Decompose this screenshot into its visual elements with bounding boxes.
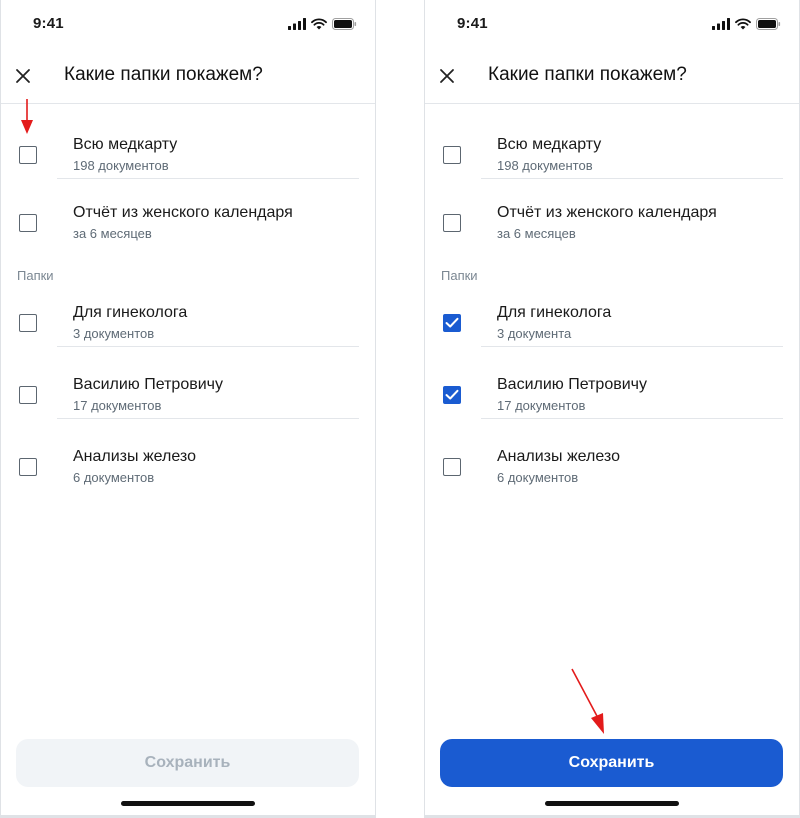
cellular-signal-icon: [712, 18, 730, 30]
folder-checkbox[interactable]: [19, 314, 37, 332]
list-item-women-calendar[interactable]: Отчёт из женского календаря за 6 месяцев: [1, 176, 375, 246]
modal-header: Какие папки покажем?: [1, 50, 375, 104]
save-button[interactable]: Сохранить: [440, 739, 783, 787]
list-item-subtitle: 6 документов: [73, 470, 155, 485]
status-bar: 9:41: [1, 0, 375, 50]
checkbox-full-medcard[interactable]: [19, 146, 37, 164]
folder-checkbox[interactable]: [19, 458, 37, 476]
list-item-full-medcard[interactable]: Всю медкарту 198 документов: [1, 108, 375, 179]
folder-checkbox-checked[interactable]: [443, 314, 461, 332]
divider: [481, 346, 783, 347]
list-item-folder[interactable]: Для гинеколога 3 документов: [1, 276, 375, 347]
list-item-title: Для гинеколога: [497, 304, 612, 321]
list-item-subtitle: 6 документов: [497, 470, 579, 485]
list-item-subtitle: 198 документов: [497, 158, 593, 173]
checkbox-full-medcard[interactable]: [443, 146, 461, 164]
folder-checkbox[interactable]: [443, 458, 461, 476]
status-bar: 9:41: [425, 0, 799, 50]
divider: [481, 418, 783, 419]
list-item-title: Анализы железо: [73, 448, 196, 465]
list-item-subtitle: 198 документов: [73, 158, 169, 173]
list-item-subtitle: 3 документов: [73, 326, 155, 341]
divider: [57, 418, 359, 419]
checkmark-icon: [445, 389, 459, 400]
wifi-icon: [311, 18, 327, 30]
cellular-signal-icon: [288, 18, 306, 30]
list-item-women-calendar[interactable]: Отчёт из женского календаря за 6 месяцев: [425, 176, 799, 246]
folder-checkbox[interactable]: [19, 386, 37, 404]
list-item-full-medcard[interactable]: Всю медкарту 198 документов: [425, 108, 799, 179]
list-item-title: Всю медкарту: [497, 136, 602, 153]
phone-screen-before: 9:41 Какие папки покажем? Всю медкарту 1…: [0, 0, 376, 818]
list-item-subtitle: за 6 месяцев: [497, 226, 576, 241]
status-icons: [712, 18, 781, 30]
phone-screen-after: 9:41 Какие папки покажем? Всю медкарту 1…: [424, 0, 800, 818]
status-icons: [288, 18, 357, 30]
close-icon: [440, 69, 454, 83]
list-item-title: Отчёт из женского календаря: [73, 204, 293, 221]
checkbox-women-calendar[interactable]: [443, 214, 461, 232]
list-item-folder[interactable]: Василию Петровичу 17 документов: [425, 348, 799, 419]
battery-icon: [756, 18, 781, 30]
battery-icon: [332, 18, 357, 30]
list-item-folder[interactable]: Василию Петровичу 17 документов: [1, 348, 375, 419]
list-item-title: Василию Петровичу: [73, 376, 223, 393]
folder-checkbox-checked[interactable]: [443, 386, 461, 404]
page-title: Какие папки покажем?: [488, 64, 687, 85]
home-indicator: [121, 801, 255, 806]
close-icon: [16, 69, 30, 83]
checkbox-women-calendar[interactable]: [19, 214, 37, 232]
home-indicator: [545, 801, 679, 806]
list-item-subtitle: за 6 месяцев: [73, 226, 152, 241]
wifi-icon: [735, 18, 751, 30]
close-button[interactable]: [11, 64, 35, 88]
status-time: 9:41: [457, 15, 488, 32]
list-item-subtitle: 3 документа: [497, 326, 572, 341]
modal-header: Какие папки покажем?: [425, 50, 799, 104]
list-item-title: Василию Петровичу: [497, 376, 647, 393]
status-time: 9:41: [33, 15, 64, 32]
save-button[interactable]: Сохранить: [16, 739, 359, 787]
divider: [57, 346, 359, 347]
page-title: Какие папки покажем?: [64, 64, 263, 85]
list-item-subtitle: 17 документов: [73, 398, 162, 413]
list-item-title: Для гинеколога: [73, 304, 188, 321]
list-item-folder[interactable]: Анализы железо 6 документов: [425, 420, 799, 490]
close-button[interactable]: [435, 64, 459, 88]
list-item-title: Отчёт из женского календаря: [497, 204, 717, 221]
list-item-subtitle: 17 документов: [497, 398, 586, 413]
checkmark-icon: [445, 317, 459, 328]
list-item-folder[interactable]: Для гинеколога 3 документа: [425, 276, 799, 347]
list-item-title: Всю медкарту: [73, 136, 178, 153]
list-item-folder[interactable]: Анализы железо 6 документов: [1, 420, 375, 490]
list-item-title: Анализы железо: [497, 448, 620, 465]
